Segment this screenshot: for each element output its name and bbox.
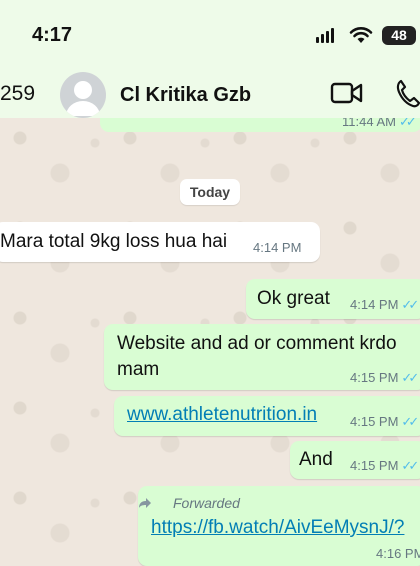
status-time: 4:17 [32, 24, 73, 46]
phone-call-icon[interactable] [395, 78, 420, 108]
contact-name[interactable]: Cl Kritika Gzb [120, 84, 251, 107]
message-link[interactable]: www.athletenutrition.in [127, 404, 317, 426]
signal-icon [316, 28, 334, 43]
forwarded-label: Forwarded [173, 495, 240, 511]
chat-header: 4:17 48 259 Cl Kritika Gzb [0, 0, 420, 118]
battery-icon: 48 [382, 26, 416, 45]
message-time: 4:16 PM [376, 546, 420, 561]
message-time: 4:15 PM [350, 414, 399, 429]
message-bubble-incoming[interactable]: Mara total 9kg loss hua hai 4:14 PM [0, 222, 320, 262]
wifi-icon [349, 27, 373, 43]
avatar-icon[interactable] [60, 72, 106, 118]
double-check-icon: ✓✓ [401, 297, 419, 312]
message-bubble-outgoing[interactable]: Website and ad or comment krdo mam 4:15 … [104, 324, 420, 390]
forward-icon [139, 498, 151, 508]
message-time: 4:14 PM [350, 297, 399, 312]
message-time: 4:15 PM [350, 370, 399, 385]
message-bubble-outgoing[interactable]: And 4:15 PM ✓✓ [290, 441, 420, 479]
message-bubble-forwarded[interactable]: Forwarded https://fb.watch/AivEeMysnJ/? … [138, 486, 420, 566]
message-text: And [299, 449, 333, 470]
message-time: 4:14 PM [253, 240, 302, 255]
video-call-icon[interactable] [330, 80, 364, 106]
message-text-line1: Website and ad or comment krdo [117, 333, 397, 354]
message-text-line2: mam [117, 359, 160, 380]
message-link[interactable]: https://fb.watch/AivEeMysnJ/? [151, 517, 404, 539]
double-check-icon: ✓✓ [401, 458, 419, 473]
back-unread-count[interactable]: 259 [0, 82, 35, 106]
message-bubble-outgoing[interactable]: Ok great 4:14 PM ✓✓ [246, 279, 420, 319]
message-text: Mara total 9kg loss hua hai [0, 231, 228, 252]
date-chip: Today [180, 179, 240, 205]
message-text: Ok great [257, 288, 330, 309]
double-check-icon: ✓✓ [401, 370, 419, 385]
double-check-icon: ✓✓ [401, 414, 419, 429]
message-time: 4:15 PM [350, 458, 399, 473]
message-bubble-outgoing[interactable]: www.athletenutrition.in 4:15 PM ✓✓ [114, 396, 420, 436]
